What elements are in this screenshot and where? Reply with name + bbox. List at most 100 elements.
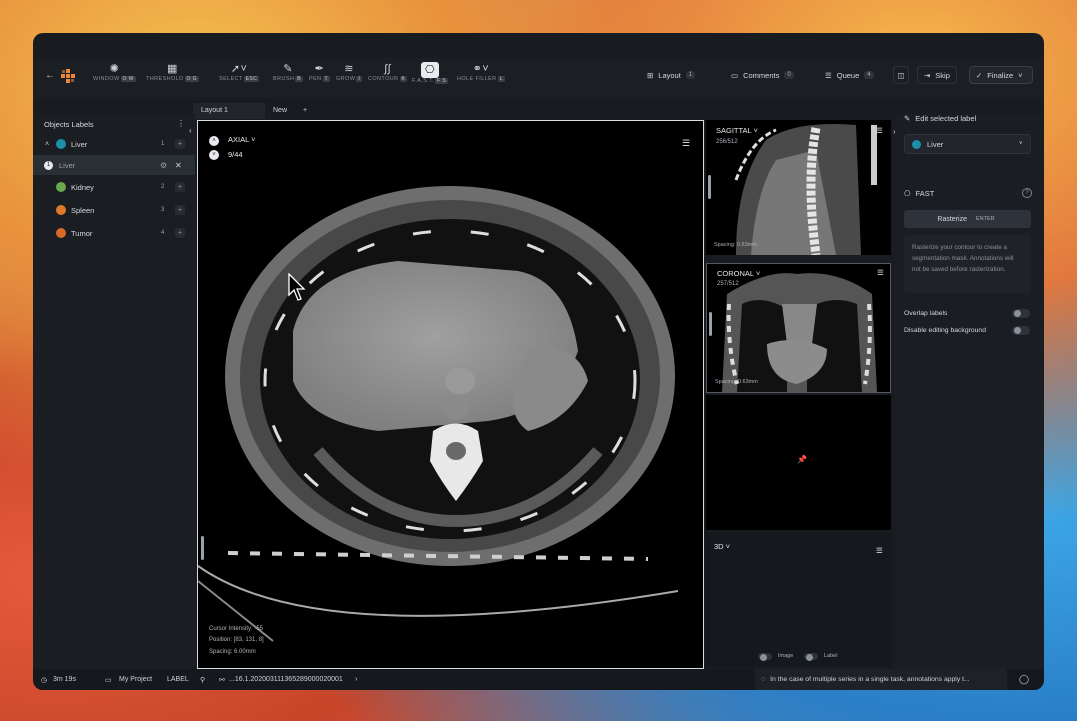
grow-tool[interactable]: ≋ GROW I [336,62,363,82]
rasterize-info: Rasterize your contour to create a segme… [904,235,1031,293]
sagittal-scrollbar[interactable] [708,175,711,199]
comments-button[interactable]: ▭ Comments 0 [725,66,800,84]
gear-icon[interactable]: ⚙ [160,161,167,170]
label-row-spleen[interactable]: Spleen 3 + [33,200,195,220]
tool-label: THRESHOLD [146,76,184,82]
sagittal-title: SAGITTAL [716,126,752,135]
axial-viewport[interactable]: ˄ ˅ AXIAL ˅ 9/44 ☰ Cursor Intensity: -55… [197,120,704,669]
mode-label: LABEL [167,676,189,683]
skip-button[interactable]: ⇥ Skip [917,66,957,84]
label-row-tumor[interactable]: Tumor 4 + [33,223,195,243]
axial-title: AXIAL [228,135,249,144]
tool-label: GROW [336,76,356,82]
viewport-menu-icon[interactable]: ☰ [682,138,690,149]
tool-key: I [356,76,363,82]
sagittal-viewport[interactable]: SAGITTAL ˅ 256/512 Spacing: 0.63mm ☰ [706,120,891,255]
hole-filler-tool[interactable]: ⚭˅ HOLE FILLER L [457,62,505,82]
edit-icon: ✎ [904,114,911,123]
label-row-liver[interactable]: ˄ Liver 1 + [33,134,195,154]
rasterize-button[interactable]: Rasterize ENTER [904,210,1031,228]
overlap-labels-toggle[interactable] [1012,309,1030,318]
contour-tool[interactable]: ∫∫ CONTOUR K [368,62,408,82]
threshold-tool[interactable]: ▦ THRESHOLD O G [146,62,199,82]
coronal-title-dropdown[interactable]: CORONAL ˅ [717,269,760,278]
label-row-kidney[interactable]: Kidney 2 + [33,177,195,197]
axial-title-dropdown[interactable]: AXIAL ˅ [228,135,255,144]
axial-slice-index: 9/44 [228,150,243,159]
pin-icon[interactable]: 📌 [797,455,807,464]
viewport-menu-icon[interactable]: ☰ [877,268,884,277]
status-bar: ◷ 3m 19s ▭ My Project LABEL ⚲ ⚯ ...16.1.… [33,669,1044,690]
globe-icon [912,140,921,149]
viewport-menu-icon[interactable]: ☰ [876,126,883,135]
instance-name: Liver [59,160,76,170]
list-icon: ☰ [825,70,832,80]
tool-key: O W [120,76,136,82]
layout-button[interactable]: ⊞ Layout 1 [641,66,701,84]
label-toggle-label: Label [824,653,838,659]
3d-viewport[interactable]: 3D ˅ ☰ Image Label [706,533,891,667]
slice-up-button[interactable]: ˄ [209,136,219,146]
coronal-viewport[interactable]: CORONAL ˅ 257/512 Spacing: 0.63mm ☰ [706,263,891,393]
tool-key: O G [184,76,199,82]
window-tool[interactable]: ✺ WINDOW O W [93,62,136,82]
finalize-label: Finalize [987,70,1014,80]
image-toggle[interactable] [758,653,772,661]
sagittal-title-dropdown[interactable]: SAGITTAL ˅ [716,126,758,135]
close-icon[interactable]: ✕ [175,161,182,170]
app-window: ← ✺ WINDOW O W ▦ THRESHOLD O G ➚˅ SELECT ESC ✎… [33,33,1044,690]
add-instance-button[interactable]: + [175,139,185,149]
image-toggle-label: Image [778,653,794,659]
empty-viewport[interactable]: 📌 [706,395,891,530]
comments-count: 0 [784,71,794,79]
tool-key: ESC [243,76,260,82]
more-icon[interactable]: ⋮ [177,119,185,128]
add-tab-button[interactable]: + [295,103,315,119]
tool-key: L [497,76,505,82]
help-icon[interactable]: ? [1022,188,1032,198]
app-logo [60,68,76,84]
back-arrow-icon[interactable]: ← [45,70,55,81]
queue-button[interactable]: ☰ Queue 4 [819,66,880,84]
tab-layout-1[interactable]: Layout 1 [193,103,265,119]
tab-new[interactable]: New [265,103,295,119]
panel-toggle-button[interactable]: ◫ [893,66,909,84]
label-select-value: Liver [927,139,944,149]
slice-down-button[interactable]: ˅ [209,150,219,160]
edit-label-panel: ✎ Edit selected label Liver ˅ ⎔ FAST ? Ras… [895,114,1044,669]
brush-icon: ✎ [283,63,293,75]
chevron-right-icon: › [355,676,358,683]
paperclip-icon: ⚯ [219,676,225,684]
label-toggle[interactable] [804,653,818,661]
coronal-slice-index: 257/512 [717,281,739,287]
chevron-up-icon: ˄ [45,140,50,148]
viewport-menu-icon[interactable]: ☰ [876,546,883,555]
tool-key: B [295,76,304,82]
label-name: Liver [71,139,88,149]
select-tool[interactable]: ➚˅ SELECT ESC [219,62,260,82]
contour-icon: ∫∫ [384,63,392,75]
brush-tool[interactable]: ✎ BRUSH B [273,62,304,82]
timer-icon: ◷ [41,676,48,684]
series-id[interactable]: ...16.1.20200311136528900002000​1 [229,676,343,683]
coronal-scrollbar[interactable] [709,312,712,336]
label-count: 3 [161,207,165,213]
fast-tool[interactable]: ⎔ F.A.S.T. F S [412,62,449,84]
cursor-icon: ➚˅ [230,63,248,75]
slice-scrollbar[interactable] [201,536,204,560]
add-instance-button[interactable]: + [175,228,185,238]
add-instance-button[interactable]: + [175,205,185,215]
3d-title-dropdown[interactable]: 3D ˅ [714,542,730,551]
label-count: 4 [161,230,165,236]
globe-icon [56,139,66,149]
disable-background-toggle[interactable] [1012,326,1030,335]
project-name[interactable]: My Project [119,676,152,683]
label-name: Tumor [71,228,93,238]
instance-row-liver[interactable]: 1 Liver ⚙ ✕ [33,155,195,175]
chat-icon[interactable]: ◯ [1019,674,1029,685]
label-select[interactable]: Liver ˅ [904,134,1031,154]
globe-icon [56,205,66,215]
finalize-button[interactable]: ✓ Finalize ˅ [969,66,1033,84]
pen-tool[interactable]: ✒ PEN T [309,62,330,82]
add-instance-button[interactable]: + [175,182,185,192]
